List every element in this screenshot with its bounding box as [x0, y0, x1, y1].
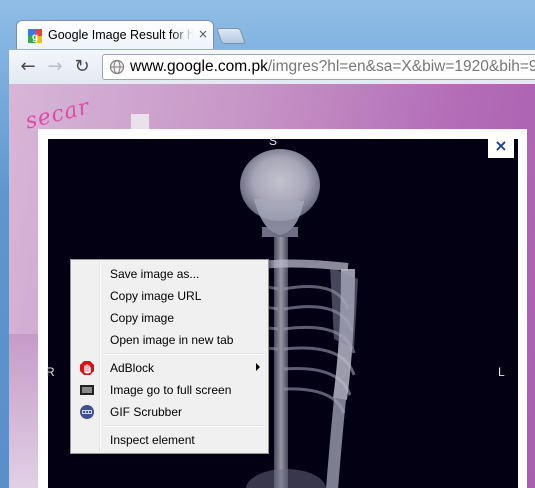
menu-item-label: Inspect element [110, 433, 195, 447]
adblock-hand-icon [80, 361, 94, 375]
menu-item-image-full-screen[interactable]: Image go to full screen [73, 379, 266, 401]
globe-icon [109, 59, 125, 75]
menu-item-gif-scrubber[interactable]: GIF Scrubber [73, 401, 266, 423]
fullscreen-icon [80, 385, 94, 395]
reload-icon[interactable]: ↻ [72, 57, 92, 77]
menu-item-inspect-element[interactable]: Inspect element [73, 429, 266, 451]
menu-item-open-image-new-tab[interactable]: Open image in new tab [73, 329, 266, 351]
orientation-marker-left: R [46, 365, 55, 379]
google-favicon-icon: g [28, 29, 42, 43]
browser-tab[interactable]: g Google Image Result for htt × [16, 20, 214, 50]
menu-item-label: Copy image URL [110, 289, 202, 303]
menu-item-adblock[interactable]: AdBlock [73, 357, 266, 379]
url-path: /imgres?hl=en&sa=X&biw=1920&bih=95 [267, 58, 535, 75]
svg-text:g: g [32, 32, 38, 43]
address-bar[interactable]: www.google.com.pk/imgres?hl=en&sa=X&biw=… [102, 54, 535, 80]
menu-item-label: Open image in new tab [110, 333, 234, 347]
menu-item-label: Save image as... [110, 267, 200, 281]
tab-close-button[interactable]: × [198, 27, 208, 41]
tab-title: Google Image Result for htt [48, 28, 193, 42]
address-url: www.google.com.pk/imgres?hl=en&sa=X&biw=… [130, 58, 535, 76]
forward-arrow-icon[interactable]: → [45, 57, 65, 77]
menu-item-label: Image go to full screen [110, 383, 232, 397]
lightbox-close-button[interactable]: × [488, 134, 514, 158]
menu-separator [104, 425, 264, 427]
orientation-marker-right: L [498, 365, 505, 379]
browser-toolbar: ← → ↻ www.google.com.pk/imgres?hl=en&sa=… [9, 49, 535, 84]
gif-scrubber-icon [80, 405, 94, 419]
menu-item-save-image-as[interactable]: Save image as... [73, 263, 266, 285]
menu-item-copy-image-url[interactable]: Copy image URL [73, 285, 266, 307]
menu-item-label: AdBlock [110, 361, 155, 375]
menu-item-copy-image[interactable]: Copy image [73, 307, 266, 329]
menu-item-label: Copy image [110, 311, 175, 325]
context-menu: Save image as... Copy image URL Copy ima… [70, 259, 269, 454]
url-host: www.google.com.pk [130, 58, 268, 75]
menu-separator [104, 353, 264, 355]
submenu-arrow-icon [256, 363, 260, 371]
menu-item-label: GIF Scrubber [110, 405, 183, 419]
back-arrow-icon[interactable]: ← [18, 57, 38, 77]
orientation-marker-top: S [269, 134, 278, 148]
